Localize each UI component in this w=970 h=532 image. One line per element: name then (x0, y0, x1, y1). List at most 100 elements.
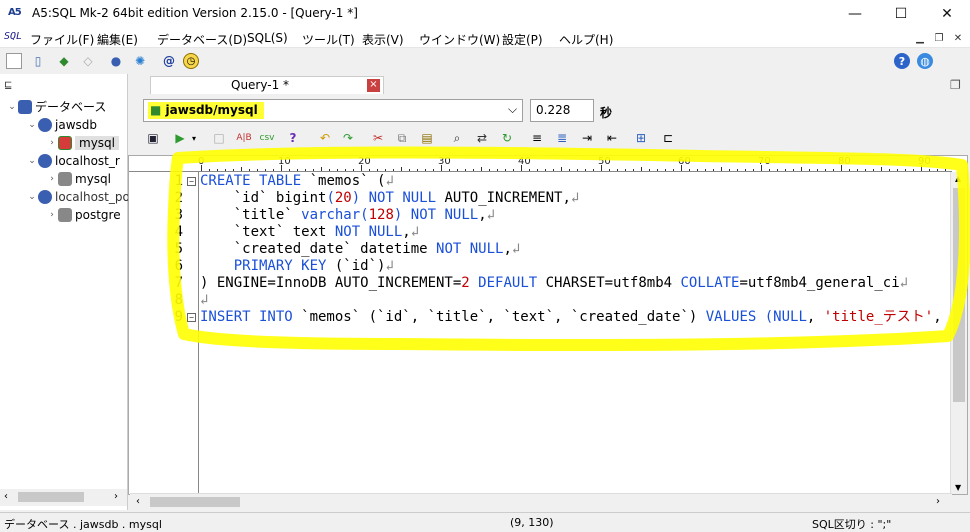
maximize-button[interactable]: ☐ (878, 0, 924, 28)
restore-panel-icon[interactable]: ❐ (950, 78, 961, 92)
tree-node-jawsdb[interactable]: ⌄ jawsdb (26, 116, 97, 133)
menu-database[interactable]: データベース(D) (157, 31, 247, 48)
menu-sql[interactable]: SQL(S) (247, 31, 288, 45)
format-icon[interactable]: ≣ (554, 130, 570, 146)
tab-query-1[interactable]: Query-1 * × (150, 76, 384, 94)
outline-icon[interactable]: ⊏ (660, 130, 676, 146)
editor-toolbar: ▣ ▶ ▾ □ A|B csv ? ↶ ↷ ✂ ⧉ ▤ ⌕ ⇄ ↻ ≡ ≣ ⇥ … (128, 126, 970, 154)
menu-edit[interactable]: 編集(E) (97, 31, 138, 48)
code-line[interactable]: 2 `id` bigint(20) NOT NULL AUTO_INCREMEN… (129, 190, 952, 207)
paste-icon[interactable]: ▤ (419, 130, 435, 146)
copy-icon[interactable]: ⧉ (394, 130, 410, 146)
mysql-db-icon: ■ (150, 103, 162, 117)
tab-close-icon[interactable]: × (367, 79, 380, 92)
ruler-tick (793, 169, 794, 171)
ruler-tick (273, 169, 274, 171)
chevron-down-icon[interactable]: ⌄ (6, 102, 18, 112)
help-icon[interactable]: ? (894, 53, 910, 69)
stop-icon[interactable]: □ (211, 130, 227, 146)
code-token: CREATE TABLE (200, 173, 302, 189)
connect-icon[interactable]: ◆ (56, 53, 72, 69)
chevron-down-icon[interactable]: ⌄ (26, 156, 38, 166)
sql-editor[interactable]: 0 10 20 30 40 50 60 70 80 90 1− CREATE TABLE `memo… (128, 155, 968, 495)
refresh-icon[interactable]: ↻ (499, 130, 515, 146)
scroll-thumb[interactable] (18, 492, 84, 502)
at-sign-icon[interactable]: @ (161, 53, 177, 69)
tree-toolbar-icon[interactable]: ⊑ (4, 80, 12, 91)
run-csv-icon[interactable]: csv (259, 130, 275, 146)
run-aib-icon[interactable]: A|B (236, 130, 252, 146)
menu-view[interactable]: 表示(V) (362, 31, 404, 48)
scroll-left-icon[interactable]: ‹ (4, 491, 8, 502)
tree-node-localhost-r-mysql[interactable]: › mysql (46, 170, 111, 187)
ruler-tick (817, 169, 818, 171)
menu-help[interactable]: ヘルプ(H) (559, 31, 613, 48)
scroll-thumb[interactable] (953, 188, 965, 402)
scroll-right-icon[interactable]: › (936, 496, 940, 507)
disconnect-icon[interactable]: ◇ (80, 53, 96, 69)
sidebar-horizontal-scrollbar[interactable]: ‹ › (0, 489, 127, 506)
tree-node-postgres[interactable]: › postgre (46, 206, 121, 223)
menu-settings[interactable]: 設定(P) (502, 31, 543, 48)
clock-icon[interactable]: ◷ (183, 53, 199, 69)
menu-file[interactable]: ファイル(F) (30, 31, 94, 48)
outdent-icon[interactable]: ⇤ (604, 130, 620, 146)
tree-node-localhost-r[interactable]: ⌄ localhost_r (26, 152, 120, 169)
code-token: 2 (461, 275, 470, 291)
scroll-left-icon[interactable]: ‹ (136, 496, 140, 507)
chevron-right-icon[interactable]: › (46, 138, 58, 148)
scroll-thumb[interactable] (150, 497, 240, 507)
fold-toggle-icon[interactable]: − (187, 313, 196, 322)
split-view-icon[interactable]: ⊞ (633, 130, 649, 146)
code-line[interactable]: 1− CREATE TABLE `memos` (↲ (129, 173, 952, 190)
minimize-button[interactable]: — (832, 0, 878, 28)
scroll-right-icon[interactable]: › (114, 491, 118, 502)
chevron-down-icon[interactable]: ⌄ (26, 120, 38, 130)
scroll-up-icon[interactable]: ▲ (955, 174, 961, 183)
undo-icon[interactable]: ↶ (317, 130, 333, 146)
code-line[interactable]: 6 PRIMARY KEY (`id`)↲ (129, 258, 952, 275)
mdi-minimize-icon[interactable]: ▁ (912, 30, 928, 46)
menu-window[interactable]: ウインドウ(W) (419, 31, 500, 48)
open-file-icon[interactable]: ▯ (30, 53, 46, 69)
chevron-right-icon[interactable]: › (46, 174, 58, 184)
chevron-down-icon[interactable]: ⌵ (508, 102, 517, 117)
code-line[interactable]: 7) ENGINE=InnoDB AUTO_INCREMENT=2 DEFAUL… (129, 275, 952, 292)
redo-icon[interactable]: ↷ (340, 130, 356, 146)
editor-vertical-scrollbar[interactable]: ▲ ▼ (950, 172, 967, 494)
settings-gear-icon[interactable]: ✺ (132, 53, 148, 69)
close-button[interactable]: ✕ (924, 0, 970, 28)
chevron-down-icon[interactable]: ⌄ (26, 192, 38, 202)
code-text: ↲ (200, 292, 208, 309)
globe-icon[interactable]: ◍ (917, 53, 933, 69)
tree-node-jawsdb-mysql[interactable]: › mysql (46, 134, 119, 151)
run-dropdown-icon[interactable]: ▾ (186, 130, 202, 146)
mdi-restore-icon[interactable]: ❐ (931, 30, 947, 46)
indent-icon[interactable]: ⇥ (579, 130, 595, 146)
code-line[interactable]: 5 `created_date` datetime NOT NULL,↲ (129, 241, 952, 258)
explain-icon[interactable]: ? (285, 130, 301, 146)
new-file-icon[interactable] (6, 53, 22, 69)
fold-toggle-icon[interactable]: − (187, 177, 196, 186)
tree-root[interactable]: ⌄ データベース (6, 98, 106, 115)
connection-select[interactable]: ■ jawsdb/mysql ⌵ (143, 99, 523, 122)
sql-logo: SQL (4, 31, 23, 42)
replace-icon[interactable]: ⇄ (474, 130, 490, 146)
code-token: 20 (334, 190, 352, 206)
find-icon[interactable]: ⌕ (449, 130, 465, 146)
cut-icon[interactable]: ✂ (370, 130, 386, 146)
save-icon[interactable]: ▣ (145, 130, 161, 146)
code-line[interactable]: 9− INSERT INTO `memos` (`id`, `title`, `t… (129, 309, 952, 326)
code-token: `memos` ( (301, 173, 386, 189)
code-token: NOT NULL (410, 207, 479, 223)
chevron-right-icon[interactable]: › (46, 210, 58, 220)
menu-tools[interactable]: ツール(T) (302, 31, 355, 48)
mdi-close-icon[interactable]: ✕ (950, 30, 966, 46)
align-icon[interactable]: ≡ (529, 130, 545, 146)
scroll-down-icon[interactable]: ▼ (955, 483, 961, 492)
code-line[interactable]: 4 `text` text NOT NULL,↲ (129, 224, 952, 241)
database-icon[interactable]: ● (108, 53, 124, 69)
editor-horizontal-scrollbar[interactable]: ‹ › (130, 493, 952, 510)
code-line[interactable]: 8 ↲ (129, 292, 952, 309)
code-line[interactable]: 3 `title` varchar(128) NOT NULL,↲ (129, 207, 952, 224)
